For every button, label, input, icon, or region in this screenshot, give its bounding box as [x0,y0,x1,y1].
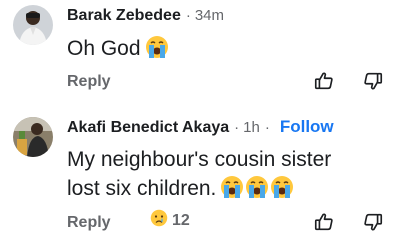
comment-text-line: My neighbour's cousin sister [67,148,332,171]
separator-dot: · [234,119,240,136]
crying-face-icon [145,35,169,67]
thumbs-down-icon[interactable] [362,70,384,97]
comment-text-line: Oh God [67,37,141,60]
comment-item: Barak Zebedee · 34m Oh God Reply [0,0,400,108]
comment-text-line: lost six children. [67,177,217,200]
comment-header: Barak Zebedee · 34m [67,7,224,25]
crying-face-icon [245,175,269,207]
comment-text: My neighbour's cousin sister lost six ch… [67,145,331,207]
reply-button[interactable]: Reply [67,214,111,232]
timestamp[interactable]: 1h [243,119,260,136]
separator-dot: · [264,119,270,136]
crying-face-icon [220,175,244,207]
comment-text-line-wrap: lost six children. [67,174,331,207]
comment-text: Oh God [67,34,169,67]
separator-dot: · [185,7,191,24]
sad-face-icon [150,209,168,232]
reaction-summary[interactable]: 12 [150,209,190,232]
avatar[interactable] [13,5,53,45]
thumbs-up-icon[interactable] [313,70,335,97]
reaction-count: 12 [172,211,190,229]
comment-item: Akafi Benedict Akaya · 1h · Follow My ne… [0,108,400,240]
author-name[interactable]: Akafi Benedict Akaya [67,119,229,137]
reply-button[interactable]: Reply [67,73,111,91]
thumbs-down-icon[interactable] [362,211,384,238]
avatar[interactable] [13,117,53,157]
timestamp[interactable]: 34m [195,7,224,24]
author-name[interactable]: Barak Zebedee [67,7,181,25]
crying-face-icon [270,175,294,207]
comment-header: Akafi Benedict Akaya · 1h · Follow [67,117,334,137]
follow-button[interactable]: Follow [280,117,334,137]
thumbs-up-icon[interactable] [313,211,335,238]
